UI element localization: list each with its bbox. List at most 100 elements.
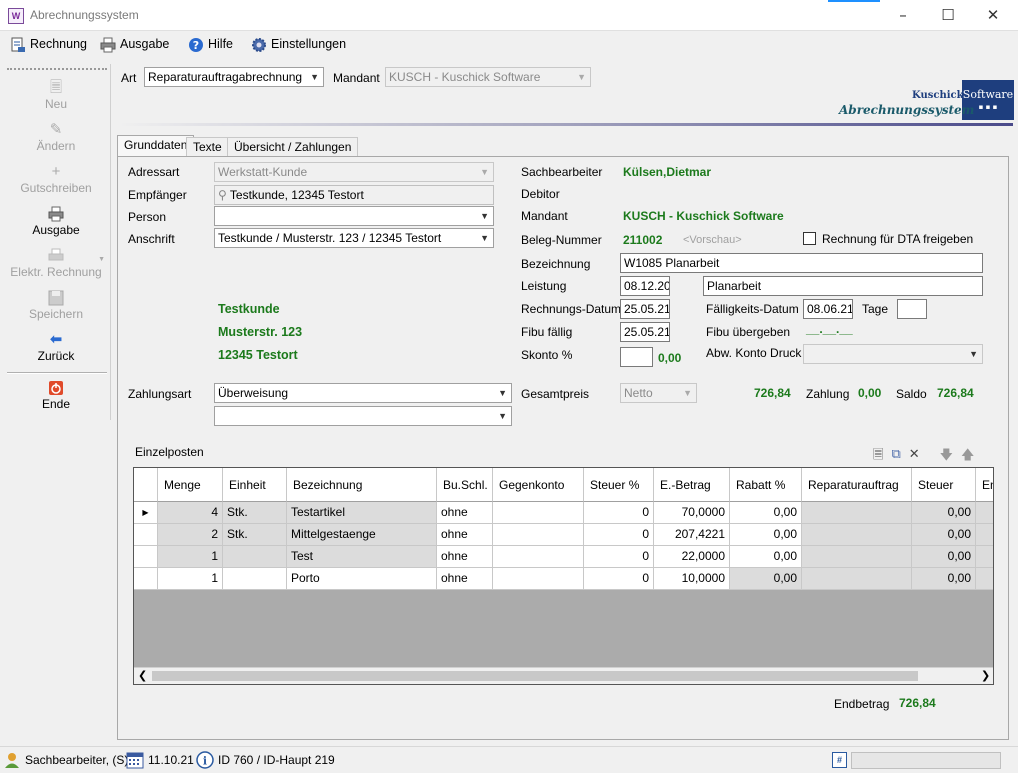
col-menge[interactable]: Menge: [158, 468, 223, 502]
table-row-3-bezeichnung[interactable]: Porto: [287, 568, 437, 590]
nav-zurueck-button[interactable]: ⬅ Zurück: [3, 328, 109, 370]
row-selector[interactable]: [134, 568, 158, 590]
tab-grunddaten[interactable]: Grunddaten: [117, 135, 195, 157]
mandant-top-select[interactable]: KUSCH - Kuschick Software ▼: [385, 67, 591, 87]
row-selector-current[interactable]: ▶: [134, 502, 158, 524]
adressart-select[interactable]: Werkstatt-Kunde ▼: [214, 162, 494, 182]
table-row-2-ebetrag[interactable]: 22,0000: [654, 546, 730, 568]
zahlungsart2-select[interactable]: ▼: [214, 406, 512, 426]
move-up-icon[interactable]: 🡅: [961, 446, 974, 468]
table-row-0-rabatt[interactable]: 0,00: [730, 502, 802, 524]
table-row-3-ebetrag[interactable]: 10,0000: [654, 568, 730, 590]
table-row-3-rabatt[interactable]: 0,00: [730, 568, 802, 590]
table-row-0-steuerp[interactable]: 0: [584, 502, 654, 524]
tage-input[interactable]: [897, 299, 927, 319]
table-row-1-menge[interactable]: 2: [158, 524, 223, 546]
col-einheit[interactable]: Einheit: [223, 468, 287, 502]
maximize-button[interactable]: ☐: [925, 0, 971, 31]
table-row-2-buschl[interactable]: ohne: [437, 546, 493, 568]
minimize-button[interactable]: –: [880, 0, 926, 31]
rechnungsdatum-input[interactable]: 25.05.21: [620, 299, 670, 319]
table-row-3-buschl[interactable]: ohne: [437, 568, 493, 590]
table-row-0-buschl[interactable]: ohne: [437, 502, 493, 524]
table-row-2-en[interactable]: [976, 546, 993, 568]
close-button[interactable]: ✕: [970, 0, 1016, 31]
menu-einstellungen[interactable]: Einstellungen: [251, 31, 346, 58]
col-rabatt-prozent[interactable]: Rabatt %: [730, 468, 802, 502]
table-row-0-en[interactable]: [976, 502, 993, 524]
table-row-0-ebetrag[interactable]: 70,0000: [654, 502, 730, 524]
table-row-3-en[interactable]: [976, 568, 993, 590]
table-row-3-reparatur[interactable]: [802, 568, 912, 590]
dta-checkbox[interactable]: [803, 232, 816, 245]
table-row-2-einheit[interactable]: [223, 546, 287, 568]
nav-neu-button[interactable]: 🗏 Neu: [3, 76, 109, 118]
col-bezeichnung[interactable]: Bezeichnung: [287, 468, 437, 502]
empfaenger-field[interactable]: ⚲ Testkunde, 12345 Testort: [214, 185, 494, 205]
table-row-3-menge[interactable]: 1: [158, 568, 223, 590]
table-row-2-bezeichnung[interactable]: Test: [287, 546, 437, 568]
col-reparaturauftrag[interactable]: Reparaturauftrag: [802, 468, 912, 502]
menu-hilfe[interactable]: ? Hilfe: [188, 31, 233, 58]
col-steuer[interactable]: Steuer: [912, 468, 976, 502]
table-row-1-steuerp[interactable]: 0: [584, 524, 654, 546]
abw-konto-select[interactable]: ▼: [803, 344, 983, 364]
table-row-2-menge[interactable]: 1: [158, 546, 223, 568]
row-selector[interactable]: [134, 546, 158, 568]
table-row-1-reparatur[interactable]: [802, 524, 912, 546]
table-row-3-steuer[interactable]: 0,00: [912, 568, 976, 590]
gesamtpreis-mode-select[interactable]: Netto ▼: [620, 383, 697, 403]
nav-speichern-button[interactable]: Speichern: [3, 286, 109, 328]
tab-uebersicht[interactable]: Übersicht / Zahlungen: [227, 137, 359, 156]
col-ebetrag[interactable]: E.-Betrag: [654, 468, 730, 502]
move-down-icon[interactable]: 🡇: [940, 446, 953, 468]
table-row-0-gegenkonto[interactable]: [493, 502, 584, 524]
nav-ende-button[interactable]: Ende: [3, 376, 109, 418]
table-row-2-gegenkonto[interactable]: [493, 546, 584, 568]
nav-aendern-button[interactable]: ✎ Ändern: [3, 118, 109, 160]
fibu-faellig-input[interactable]: 25.05.21: [620, 322, 670, 342]
zahlungsart-select[interactable]: Überweisung ▼: [214, 383, 512, 403]
nav-elektr-rechnung-button[interactable]: Elektr. Rechnung ▼: [3, 244, 109, 286]
tab-texte[interactable]: Texte: [186, 137, 229, 156]
skonto-input[interactable]: [620, 347, 653, 367]
delete-row-icon[interactable]: ✕: [909, 446, 920, 468]
table-row-2-steuer[interactable]: 0,00: [912, 546, 976, 568]
menu-ausgabe[interactable]: Ausgabe: [100, 31, 169, 58]
leistung-date-input[interactable]: 08.12.20: [620, 276, 670, 296]
table-row-1-gegenkonto[interactable]: [493, 524, 584, 546]
table-row-1-steuer[interactable]: 0,00: [912, 524, 976, 546]
table-row-3-einheit[interactable]: [223, 568, 287, 590]
table-row-1-rabatt[interactable]: 0,00: [730, 524, 802, 546]
table-row-1-en[interactable]: [976, 524, 993, 546]
col-steuer-prozent[interactable]: Steuer %: [584, 468, 654, 502]
copy-row-icon[interactable]: ⧉: [891, 446, 900, 468]
table-row-1-buschl[interactable]: ohne: [437, 524, 493, 546]
faelligkeit-input[interactable]: 08.06.21: [803, 299, 853, 319]
hash-note-icon[interactable]: #: [832, 752, 847, 768]
col-en[interactable]: En: [976, 468, 993, 502]
table-row-1-bezeichnung[interactable]: Mittelgestaenge: [287, 524, 437, 546]
row-selector[interactable]: [134, 524, 158, 546]
table-row-2-rabatt[interactable]: 0,00: [730, 546, 802, 568]
leistung-text-input[interactable]: Planarbeit: [703, 276, 983, 296]
table-row-0-reparatur[interactable]: [802, 502, 912, 524]
bezeichnung-input[interactable]: W1085 Planarbeit: [620, 253, 983, 273]
col-buschl[interactable]: Bu.Schl.: [437, 468, 493, 502]
table-row-3-steuerp[interactable]: 0: [584, 568, 654, 590]
table-row-0-menge[interactable]: 4: [158, 502, 223, 524]
table-row-1-einheit[interactable]: Stk.: [223, 524, 287, 546]
col-gegenkonto[interactable]: Gegenkonto: [493, 468, 584, 502]
table-row-2-reparatur[interactable]: [802, 546, 912, 568]
person-select[interactable]: ▼: [214, 206, 494, 226]
table-row-0-steuer[interactable]: 0,00: [912, 502, 976, 524]
menu-rechnung[interactable]: Rechnung: [10, 31, 87, 58]
new-row-icon[interactable]: 🗏: [873, 446, 883, 468]
nav-ausgabe-button[interactable]: Ausgabe: [3, 202, 109, 244]
table-row-2-steuerp[interactable]: 0: [584, 546, 654, 568]
table-row-0-einheit[interactable]: Stk.: [223, 502, 287, 524]
table-row-1-ebetrag[interactable]: 207,4221: [654, 524, 730, 546]
scrollbar-thumb[interactable]: [152, 671, 918, 681]
grid-horizontal-scrollbar[interactable]: ❮ ❯: [134, 667, 993, 684]
anschrift-select[interactable]: Testkunde / Musterstr. 123 / 12345 Testo…: [214, 228, 494, 248]
